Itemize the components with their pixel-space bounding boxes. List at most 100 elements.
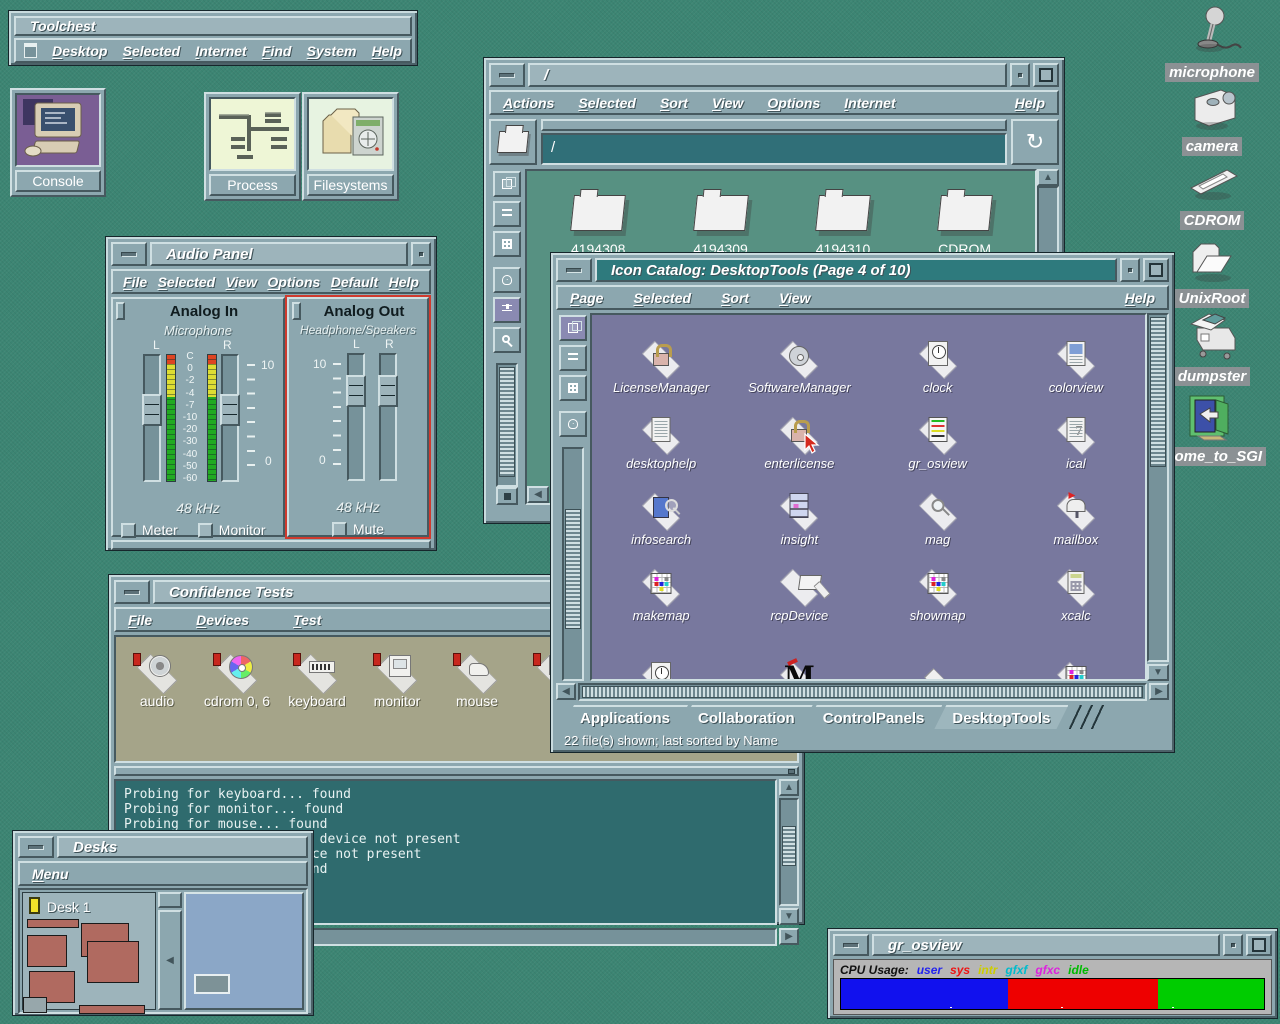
catalog-icon-mailbox[interactable]: mailbox bbox=[1007, 471, 1145, 547]
folder-item[interactable]: 4194310 bbox=[816, 195, 871, 257]
left-scrollbar[interactable] bbox=[562, 447, 584, 681]
menu-actions[interactable]: Actions bbox=[503, 95, 554, 111]
strip-button[interactable] bbox=[158, 892, 182, 908]
scroll-down-button[interactable]: ▼ bbox=[1147, 664, 1169, 681]
scrollbar-track[interactable] bbox=[578, 683, 1147, 701]
catalog-icon-insight[interactable]: insight bbox=[730, 471, 868, 547]
filesystems-launcher[interactable]: Filesystems bbox=[302, 92, 399, 201]
catalog-icon-colorview[interactable]: colorview bbox=[1007, 319, 1145, 395]
catalog-icon-row5[interactable] bbox=[1007, 623, 1145, 681]
catalog-icon-clock[interactable]: clock bbox=[869, 319, 1007, 395]
menu-selected[interactable]: Selected bbox=[123, 43, 181, 59]
left-gain-slider[interactable] bbox=[143, 354, 161, 482]
menu-selected[interactable]: Selected bbox=[158, 274, 216, 290]
view-grid-button[interactable] bbox=[493, 231, 521, 257]
path-sash[interactable] bbox=[541, 119, 1007, 131]
device-audio[interactable]: audio bbox=[122, 645, 192, 709]
menu-selected[interactable]: Selected bbox=[633, 290, 691, 306]
catalog-icon-makemap[interactable]: makemap bbox=[592, 547, 730, 623]
mini-window[interactable] bbox=[87, 941, 139, 983]
icon-camera[interactable]: camera bbox=[1152, 84, 1272, 156]
menu-options[interactable]: Options bbox=[267, 274, 320, 290]
tab-controlpanels[interactable]: ControlPanels bbox=[805, 705, 943, 729]
maximize-button[interactable] bbox=[1033, 63, 1059, 87]
toolchest-titlebar[interactable]: Toolchest bbox=[14, 16, 412, 36]
catalog-hscrollbar[interactable]: ◀ ▶ bbox=[556, 683, 1169, 701]
view-sliders-button[interactable] bbox=[493, 297, 521, 323]
view-3d-button[interactable] bbox=[493, 171, 521, 197]
meter-checkbox[interactable] bbox=[121, 523, 136, 538]
menu-sort[interactable]: Sort bbox=[660, 95, 688, 111]
menu-help[interactable]: Help bbox=[1015, 95, 1045, 111]
process-launcher[interactable]: Process bbox=[204, 92, 301, 201]
window-menu-button[interactable] bbox=[1223, 934, 1243, 956]
folder-item[interactable]: CDROM bbox=[938, 195, 991, 257]
menu-internet[interactable]: Internet bbox=[844, 95, 895, 111]
desk1-preview[interactable]: Desk 1 bbox=[22, 892, 156, 1010]
menu-sort[interactable]: Sort bbox=[721, 290, 749, 306]
catalog-icon-showmap[interactable]: showmap bbox=[869, 547, 1007, 623]
scrollbar-thumb[interactable] bbox=[582, 686, 1143, 698]
slider-thumb[interactable] bbox=[142, 394, 162, 426]
menu-selected[interactable]: Selected bbox=[578, 95, 636, 111]
mini-window[interactable] bbox=[27, 935, 67, 967]
menu-view[interactable]: View bbox=[779, 290, 810, 306]
more-tabs-icon[interactable] bbox=[1060, 705, 1106, 729]
menu-view[interactable]: View bbox=[226, 274, 257, 290]
menu-options[interactable]: Options bbox=[767, 95, 820, 111]
folder-item[interactable]: 4194309 bbox=[693, 195, 748, 257]
view-grid-button[interactable] bbox=[559, 375, 587, 401]
menu-system[interactable]: System bbox=[307, 43, 357, 59]
menu-file[interactable]: File bbox=[128, 612, 152, 628]
desk2-preview[interactable] bbox=[184, 892, 304, 1010]
view-search-button[interactable] bbox=[493, 327, 521, 353]
catalog-icon-softwaremanager[interactable]: SoftwareManager bbox=[730, 319, 868, 395]
device-keyboard[interactable]: keyboard bbox=[282, 645, 352, 709]
maximize-button[interactable] bbox=[1246, 934, 1272, 956]
sash-grip[interactable] bbox=[788, 769, 795, 774]
slider-thumb[interactable] bbox=[220, 394, 240, 426]
icon-cdrom[interactable]: CDROM bbox=[1152, 162, 1272, 230]
scroll-right-button[interactable]: ▶ bbox=[1149, 683, 1169, 700]
slider-thumb[interactable] bbox=[346, 375, 366, 407]
panel-grip[interactable] bbox=[116, 302, 125, 320]
menu-find[interactable]: Find bbox=[262, 43, 292, 59]
minimize-button[interactable] bbox=[556, 258, 592, 282]
icon-welcome-to-sgi[interactable]: lcome_to_SGI bbox=[1158, 392, 1280, 466]
path-input[interactable]: / bbox=[541, 133, 1007, 165]
desks-titlebar[interactable]: Desks bbox=[57, 836, 308, 858]
view-list-button[interactable] bbox=[559, 345, 587, 371]
mini-window[interactable] bbox=[194, 974, 230, 994]
tab-applications[interactable]: Applications bbox=[562, 705, 688, 729]
scroll-left-button[interactable]: ◀ bbox=[527, 486, 549, 503]
folder-up-button[interactable] bbox=[489, 119, 537, 165]
minimize-button[interactable] bbox=[114, 580, 150, 604]
scroll-left-button[interactable]: ◀ bbox=[556, 683, 576, 700]
gr-osview-titlebar[interactable]: gr_osview bbox=[872, 934, 1220, 956]
menu-view[interactable]: View bbox=[712, 95, 743, 111]
menu-help[interactable]: Help bbox=[372, 43, 402, 59]
device-cdrom[interactable]: cdrom 0, 6 bbox=[202, 645, 272, 709]
catalog-icon-ical[interactable]: ical bbox=[1007, 395, 1145, 471]
scrollbar-thumb[interactable] bbox=[782, 826, 796, 866]
audio-panel-titlebar[interactable]: Audio Panel bbox=[150, 242, 408, 266]
tab-desktoptools[interactable]: DesktopTools bbox=[934, 705, 1068, 729]
menu-desks[interactable]: Menu bbox=[32, 866, 69, 882]
pane-split-button[interactable] bbox=[496, 487, 518, 505]
scrollbar-thumb[interactable] bbox=[565, 509, 581, 629]
menu-devices[interactable]: Devices bbox=[196, 612, 249, 628]
tab-collaboration[interactable]: Collaboration bbox=[680, 705, 813, 729]
mini-window[interactable] bbox=[79, 1005, 145, 1014]
mini-window[interactable] bbox=[27, 919, 79, 928]
device-monitor[interactable]: monitor bbox=[362, 645, 432, 709]
catalog-icon-row5[interactable] bbox=[730, 623, 868, 681]
mini-window[interactable] bbox=[23, 997, 47, 1013]
scroll-up-button[interactable]: ▲ bbox=[779, 779, 799, 796]
menu-internet[interactable]: Internet bbox=[195, 43, 246, 59]
scroll-down-button[interactable]: ▼ bbox=[779, 908, 799, 925]
catalog-icon-desktophelp[interactable]: desktophelp bbox=[592, 395, 730, 471]
desks-scroll-strip[interactable]: ◀ bbox=[158, 892, 182, 1010]
panel-grip[interactable] bbox=[292, 302, 301, 320]
left-volume-slider[interactable] bbox=[347, 353, 365, 481]
minimize-button[interactable] bbox=[18, 836, 54, 858]
